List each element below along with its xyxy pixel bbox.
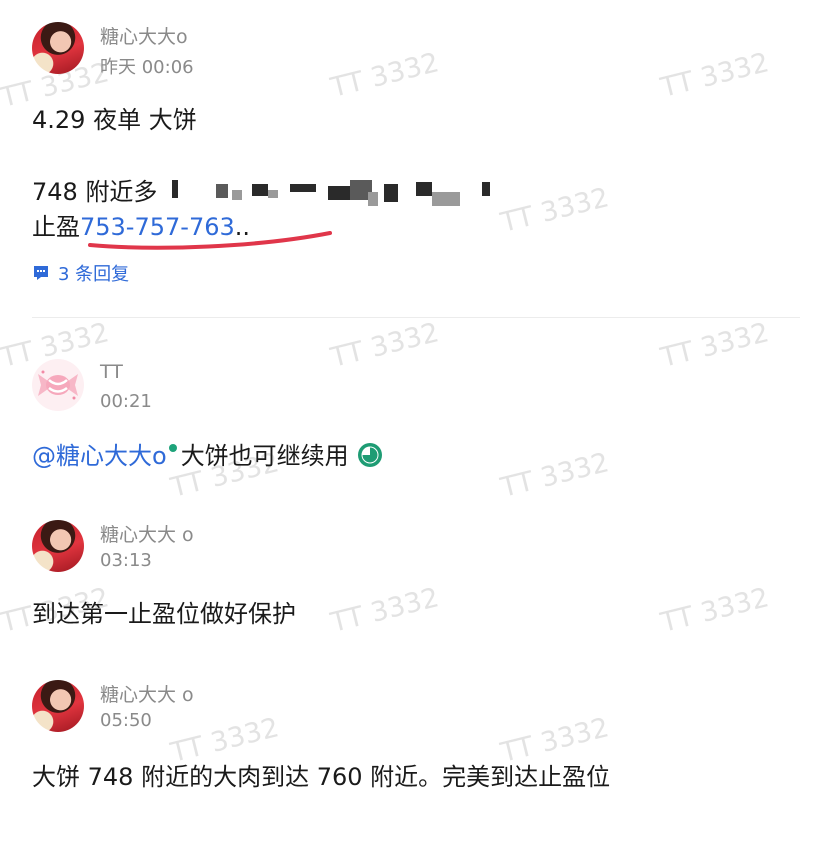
post-text: 大饼也可继续用 [180,442,349,470]
post-text-prefix: 748 附近多 [32,178,158,206]
replies-label[interactable]: 3 条回复 [58,260,129,286]
clock-icon [357,443,382,467]
watermark: TT 3332 [657,317,772,374]
post-original: 糖心大大o 昨天 00:06 4.29 夜单 大饼 748 附近多 止盈753-… [0,0,829,320]
avatar[interactable] [32,359,84,411]
avatar[interactable] [32,680,84,732]
watermark: TT 3332 [327,582,442,639]
post-text-line: 748 附近多 [32,172,157,207]
author-name[interactable]: TT [100,361,123,383]
author-name[interactable]: 糖心大大o [100,22,188,49]
watermark: TT 3332 [497,447,612,504]
candy-avatar-icon [38,370,78,400]
avatar[interactable] [32,22,84,74]
post-text: 大饼 748 附近的大肉到达 760 附近。完美到达止盈位 [32,763,611,791]
avatar[interactable] [32,520,84,572]
online-status-dot [168,444,177,452]
post-time: 03:13 [100,550,152,571]
post-time: 00:21 [100,391,152,412]
author-name[interactable]: 糖心大大 o [100,520,194,547]
post-time: 05:50 [100,710,152,731]
comment-icon [34,266,48,280]
watermark: TT 3332 [327,317,442,374]
mention-link[interactable]: @糖心大大o [32,442,167,470]
post-text-line: @糖心大大o 大饼也可继续用 [32,436,383,471]
post-time: 昨天 00:06 [100,57,194,78]
post-text-prefix: 止盈 [32,213,80,241]
post-text: 到达第一止盈位做好保护 [32,600,296,628]
author-name[interactable]: 糖心大大 o [100,680,194,707]
highlight-underline [88,231,332,250]
replies-button[interactable]: 3 条回复 [32,260,129,286]
post-text-line: 4.29 夜单 大饼 [32,106,197,134]
watermark: TT 3332 [657,582,772,639]
